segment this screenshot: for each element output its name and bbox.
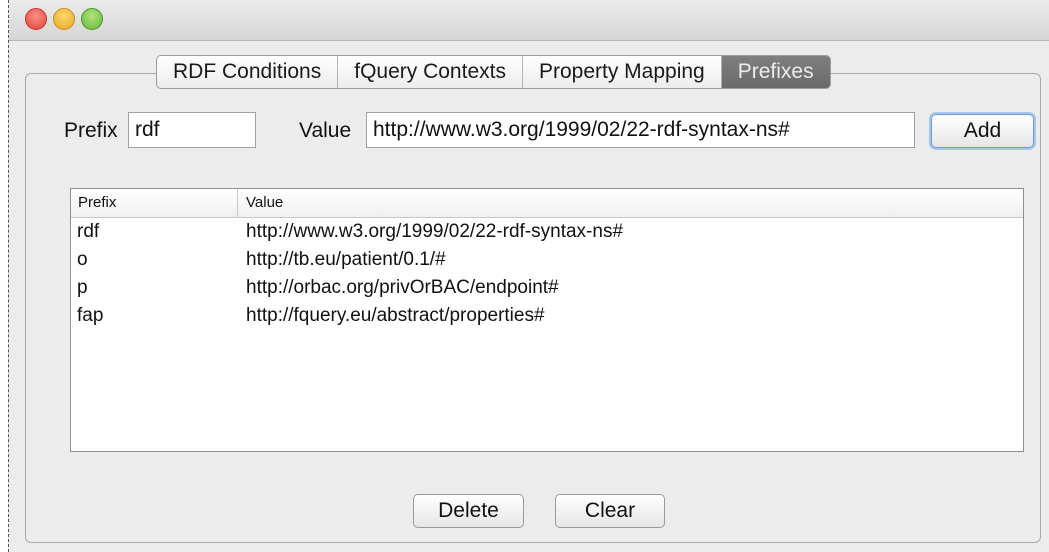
close-window-button[interactable]: [25, 8, 47, 30]
app-window: RDF Conditions fQuery Contexts Property …: [8, 0, 1049, 552]
column-header-prefix[interactable]: Prefix: [71, 189, 238, 217]
cell-prefix: rdf: [77, 221, 100, 242]
cell-prefix: o: [77, 249, 88, 270]
cell-prefix: fap: [77, 305, 104, 326]
prefix-table: Prefix Value rdf http://www.w3.org/1999/…: [70, 188, 1024, 452]
tab-fquery-contexts[interactable]: fQuery Contexts: [338, 56, 523, 88]
table-row[interactable]: fap http://fquery.eu/abstract/properties…: [71, 302, 1023, 330]
add-button[interactable]: Add: [931, 114, 1034, 148]
zoom-window-button[interactable]: [81, 8, 103, 30]
value-label: Value: [299, 119, 352, 142]
prefix-label: Prefix: [64, 119, 118, 142]
cell-value: http://www.w3.org/1999/02/22-rdf-syntax-…: [246, 221, 624, 242]
table-row[interactable]: o http://tb.eu/patient/0.1/#: [71, 246, 1023, 274]
table-row[interactable]: p http://orbac.org/privOrBAC/endpoint#: [71, 274, 1023, 302]
cell-value: http://fquery.eu/abstract/properties#: [246, 305, 545, 326]
minimize-window-button[interactable]: [53, 8, 75, 30]
value-input[interactable]: http://www.w3.org/1999/02/22-rdf-syntax-…: [366, 112, 915, 148]
tab-rdf-conditions[interactable]: RDF Conditions: [157, 56, 339, 88]
cell-value: http://tb.eu/patient/0.1/#: [246, 249, 446, 270]
tab-prefixes[interactable]: Prefixes: [721, 56, 830, 88]
cell-value: http://orbac.org/privOrBAC/endpoint#: [246, 277, 559, 298]
tab-property-mapping[interactable]: Property Mapping: [523, 56, 722, 88]
delete-button[interactable]: Delete: [413, 494, 524, 528]
column-header-value[interactable]: Value: [238, 189, 283, 217]
title-bar: [9, 0, 1049, 41]
prefix-input[interactable]: rdf: [128, 112, 256, 148]
table-header: Prefix Value: [71, 189, 1023, 218]
table-row[interactable]: rdf http://www.w3.org/1999/02/22-rdf-syn…: [71, 218, 1023, 246]
clear-button[interactable]: Clear: [555, 494, 665, 528]
tab-bar: RDF Conditions fQuery Contexts Property …: [156, 55, 831, 89]
cell-prefix: p: [77, 277, 88, 298]
